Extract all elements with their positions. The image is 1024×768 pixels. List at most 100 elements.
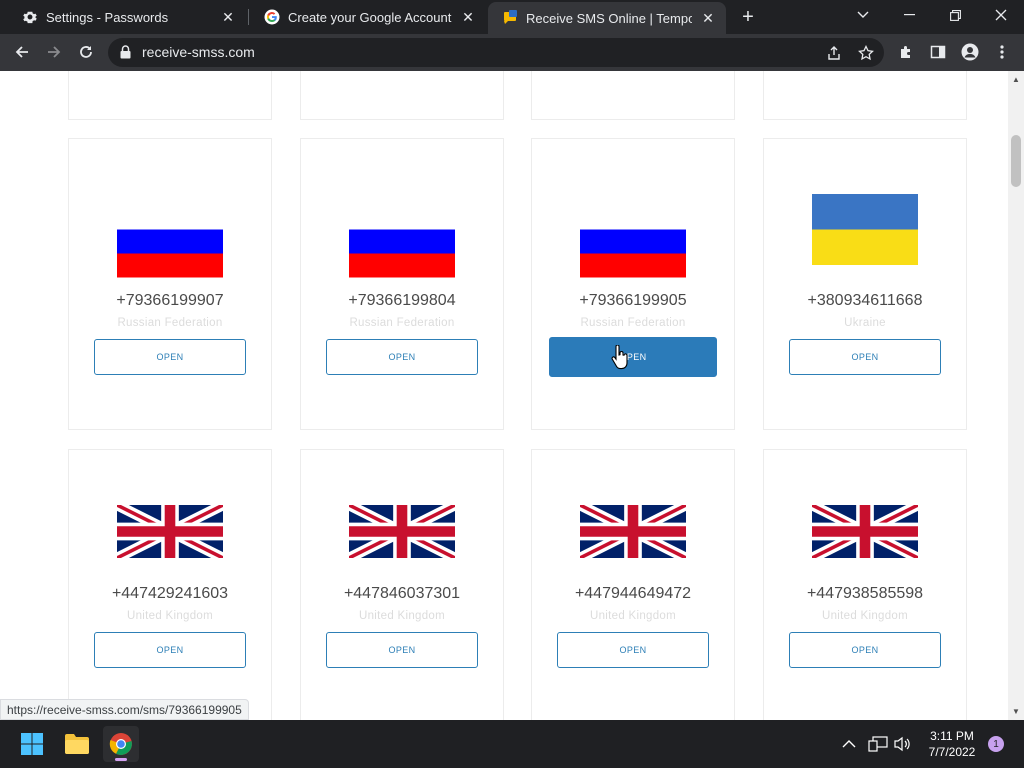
phone-number[interactable]: +447429241603 (69, 585, 271, 603)
system-clock[interactable]: 3:11 PM 7/7/2022 (920, 728, 984, 760)
reload-icon (80, 46, 92, 58)
number-card: +447944649472 United Kingdom OPEN (531, 449, 735, 720)
phone-number[interactable]: +447938585598 (764, 585, 966, 603)
uk-flag (117, 505, 223, 558)
tab-strip: Settings - Passwords ✕ Create your Googl… (0, 0, 1024, 34)
receive-sms-icon (502, 10, 518, 26)
russia-flag (349, 229, 455, 278)
clock-date: 7/7/2022 (928, 745, 976, 759)
card-partial (68, 71, 272, 120)
open-button-hovered[interactable]: OPEN (549, 337, 717, 377)
extensions-button[interactable] (892, 38, 920, 66)
windows-taskbar: 3:11 PM 7/7/2022 (0, 720, 1024, 768)
active-indicator (115, 758, 127, 761)
country-name: Russian Federation (117, 317, 223, 329)
side-panel-icon (930, 45, 946, 59)
phone-number[interactable]: +79366199804 (301, 292, 503, 310)
country-name: United Kingdom (821, 610, 909, 622)
url-text[interactable]: receive-smss.com (142, 44, 255, 60)
tab-search-button[interactable] (840, 0, 886, 30)
vertical-scrollbar[interactable]: ▲ ▼ (1008, 71, 1024, 720)
restore-button[interactable] (932, 0, 978, 30)
number-card: +380934611668 Ukraine OPEN (763, 138, 967, 430)
address-bar[interactable]: receive-smss.com (108, 38, 884, 67)
phone-number[interactable]: +447846037301 (301, 585, 503, 603)
reload-button[interactable] (72, 38, 100, 66)
gear-icon (22, 9, 38, 25)
tab-title: Create your Google Account (288, 9, 452, 25)
page-content: +79366199907 Russian Federation OPEN +79… (0, 71, 1008, 720)
country-name: United Kingdom (589, 610, 677, 622)
card-partial (300, 71, 504, 120)
close-window-button[interactable] (978, 0, 1024, 30)
close-tab-icon[interactable]: ✕ (220, 9, 236, 25)
profile-button[interactable] (956, 38, 984, 66)
close-tab-icon[interactable]: ✕ (460, 9, 476, 25)
tray-overflow-icon[interactable] (842, 720, 856, 768)
uk-flag (812, 505, 918, 558)
phone-number[interactable]: +79366199907 (69, 292, 271, 310)
country-name: Russian Federation (349, 317, 455, 329)
phone-number[interactable]: +447944649472 (532, 585, 734, 603)
open-button[interactable]: OPEN (326, 632, 478, 668)
russia-flag (580, 229, 686, 278)
tab-separator (248, 9, 249, 25)
volume-icon[interactable] (894, 720, 912, 768)
folder-icon (65, 734, 89, 754)
side-panel-button[interactable] (924, 38, 952, 66)
number-card: +79366199804 Russian Federation OPEN (300, 138, 504, 430)
scroll-up-arrow-icon[interactable]: ▲ (1012, 75, 1020, 84)
browser-toolbar: receive-smss.com (0, 34, 1024, 71)
ukraine-flag (812, 194, 918, 265)
country-name: Ukraine (844, 317, 886, 329)
profile-avatar-icon (961, 43, 979, 61)
card-partial (763, 71, 967, 120)
clock-time: 3:11 PM (930, 729, 974, 743)
chrome-taskbar-button[interactable] (103, 726, 139, 762)
puzzle-icon (901, 46, 910, 58)
country-name: Russian Federation (580, 317, 686, 329)
forward-arrow-icon (48, 46, 61, 58)
phone-number[interactable]: +79366199905 (532, 292, 734, 310)
chrome-icon (109, 733, 132, 755)
lock-icon[interactable] (120, 45, 131, 64)
scroll-down-arrow-icon[interactable]: ▼ (1012, 707, 1020, 716)
network-icon[interactable] (868, 720, 888, 768)
uk-flag (349, 505, 455, 558)
close-tab-icon[interactable]: ✕ (700, 10, 716, 26)
number-card: +79366199905 Russian Federation OPEN (531, 138, 735, 430)
new-tab-button[interactable]: + (736, 6, 760, 28)
country-name: United Kingdom (126, 610, 214, 622)
forward-button[interactable] (40, 38, 68, 66)
tab-create-google-account[interactable]: Create your Google Account ✕ (250, 0, 486, 34)
file-explorer-button[interactable] (59, 726, 95, 762)
uk-flag (580, 505, 686, 558)
back-button[interactable] (8, 38, 36, 66)
notification-badge[interactable]: 1 (988, 736, 1004, 752)
number-card: +447429241603 United Kingdom OPEN (68, 449, 272, 720)
scrollbar-thumb[interactable] (1011, 135, 1021, 187)
country-name: United Kingdom (358, 610, 446, 622)
number-card: +79366199907 Russian Federation OPEN (68, 138, 272, 430)
phone-number[interactable]: +380934611668 (764, 292, 966, 310)
open-button[interactable]: OPEN (94, 632, 246, 668)
menu-button[interactable] (988, 38, 1016, 66)
minimize-button[interactable] (886, 0, 932, 30)
tab-title: Settings - Passwords (46, 9, 169, 25)
bookmark-star-icon[interactable] (856, 43, 876, 63)
google-icon (264, 9, 280, 25)
number-card: +447846037301 United Kingdom OPEN (300, 449, 504, 720)
open-button[interactable]: OPEN (326, 339, 478, 375)
open-button[interactable]: OPEN (557, 632, 709, 668)
open-button[interactable]: OPEN (789, 339, 941, 375)
tab-title: Receive SMS Online | Temporary (526, 10, 692, 26)
back-arrow-icon (15, 46, 28, 58)
tab-receive-sms[interactable]: Receive SMS Online | Temporary ✕ (488, 2, 726, 34)
tab-settings-passwords[interactable]: Settings - Passwords ✕ (8, 0, 246, 34)
share-icon[interactable] (824, 43, 844, 63)
start-button[interactable] (14, 726, 50, 762)
windows-logo-icon (21, 733, 43, 755)
open-button[interactable]: OPEN (94, 339, 246, 375)
hand-cursor-icon (611, 345, 628, 370)
open-button[interactable]: OPEN (789, 632, 941, 668)
